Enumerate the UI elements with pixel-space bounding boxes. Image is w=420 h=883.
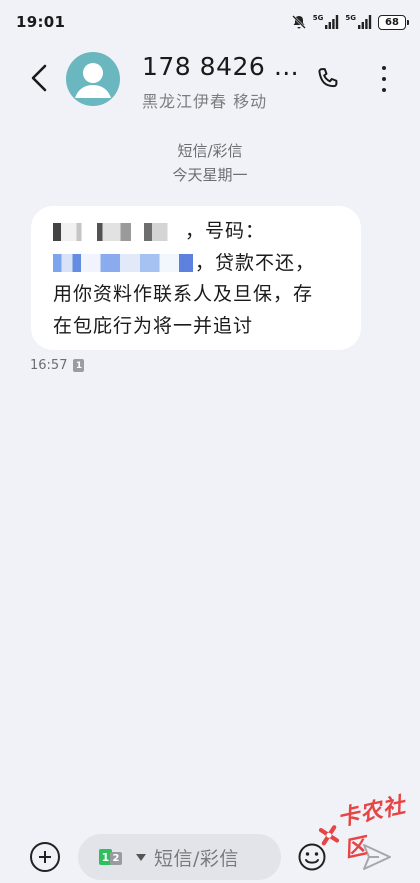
signal-icon bbox=[325, 15, 339, 29]
date-divider: 今天星期一 bbox=[172, 166, 248, 184]
message-line: ，号码： bbox=[53, 216, 347, 248]
message-bubble[interactable]: ，号码： ，贷款不还， 用你资料作联系人及旦保，存 在包庇行为将一并追讨 bbox=[31, 206, 361, 350]
battery-icon: 68 bbox=[378, 14, 409, 30]
redacted-text bbox=[53, 222, 183, 241]
message-line-text: 用你资料作联系人及旦保，存 bbox=[53, 283, 314, 305]
sim-select-icon[interactable]: 1 2 bbox=[99, 849, 122, 865]
message-timestamp: 16:57 1 bbox=[30, 358, 85, 373]
avatar[interactable] bbox=[66, 52, 120, 106]
battery-level: 68 bbox=[385, 16, 399, 28]
watermark: 卡农社区 bbox=[314, 792, 420, 863]
contact-location: 黑龙江伊春 移动 bbox=[142, 92, 268, 111]
message-type-label: 短信/彩信 bbox=[177, 142, 243, 160]
more-vertical-icon-dot bbox=[382, 88, 386, 92]
message-line-text: ，号码： bbox=[185, 220, 266, 242]
message-input[interactable]: 1 2 短信/彩信 bbox=[78, 834, 281, 880]
watermark-logo-icon bbox=[318, 825, 340, 846]
more-options-button[interactable] bbox=[372, 64, 396, 94]
redacted-text bbox=[53, 254, 193, 273]
message-line: 用你资料作联系人及旦保，存 bbox=[53, 279, 347, 311]
contact-name[interactable]: 178 8426 … bbox=[142, 52, 299, 81]
sim2-network-label: 5G bbox=[345, 14, 356, 22]
back-button[interactable] bbox=[24, 62, 54, 94]
more-vertical-icon-dot bbox=[382, 77, 386, 81]
avatar-icon bbox=[75, 63, 111, 98]
sim-badge-icon: 1 bbox=[73, 359, 85, 372]
message-line-text: 在包庇行为将一并追讨 bbox=[53, 314, 254, 337]
message-line: 在包庇行为将一并追讨 bbox=[53, 311, 347, 343]
call-button[interactable] bbox=[313, 64, 343, 94]
signal-icon bbox=[358, 15, 372, 29]
status-bar: 19:01 5G 5G 68 bbox=[0, 0, 420, 44]
more-vertical-icon bbox=[382, 66, 386, 70]
status-time: 19:01 bbox=[16, 13, 66, 31]
back-icon bbox=[31, 64, 47, 92]
sim2-badge: 2 bbox=[110, 852, 122, 865]
message-line: ，贷款不还， bbox=[53, 248, 347, 280]
conversation-header: 178 8426 … 黑龙江伊春 移动 bbox=[0, 48, 420, 112]
add-attachment-button[interactable] bbox=[30, 842, 60, 872]
phone-icon bbox=[318, 68, 338, 88]
message-line-text: ，贷款不还， bbox=[195, 251, 316, 274]
add-icon bbox=[39, 851, 51, 863]
input-placeholder: 短信/彩信 bbox=[154, 847, 239, 870]
mute-icon bbox=[291, 14, 307, 30]
message-time: 16:57 bbox=[30, 358, 68, 373]
sim1-network-label: 5G bbox=[312, 14, 324, 22]
status-icons: 5G 5G 68 bbox=[291, 14, 409, 30]
chevron-down-icon[interactable] bbox=[136, 853, 146, 861]
